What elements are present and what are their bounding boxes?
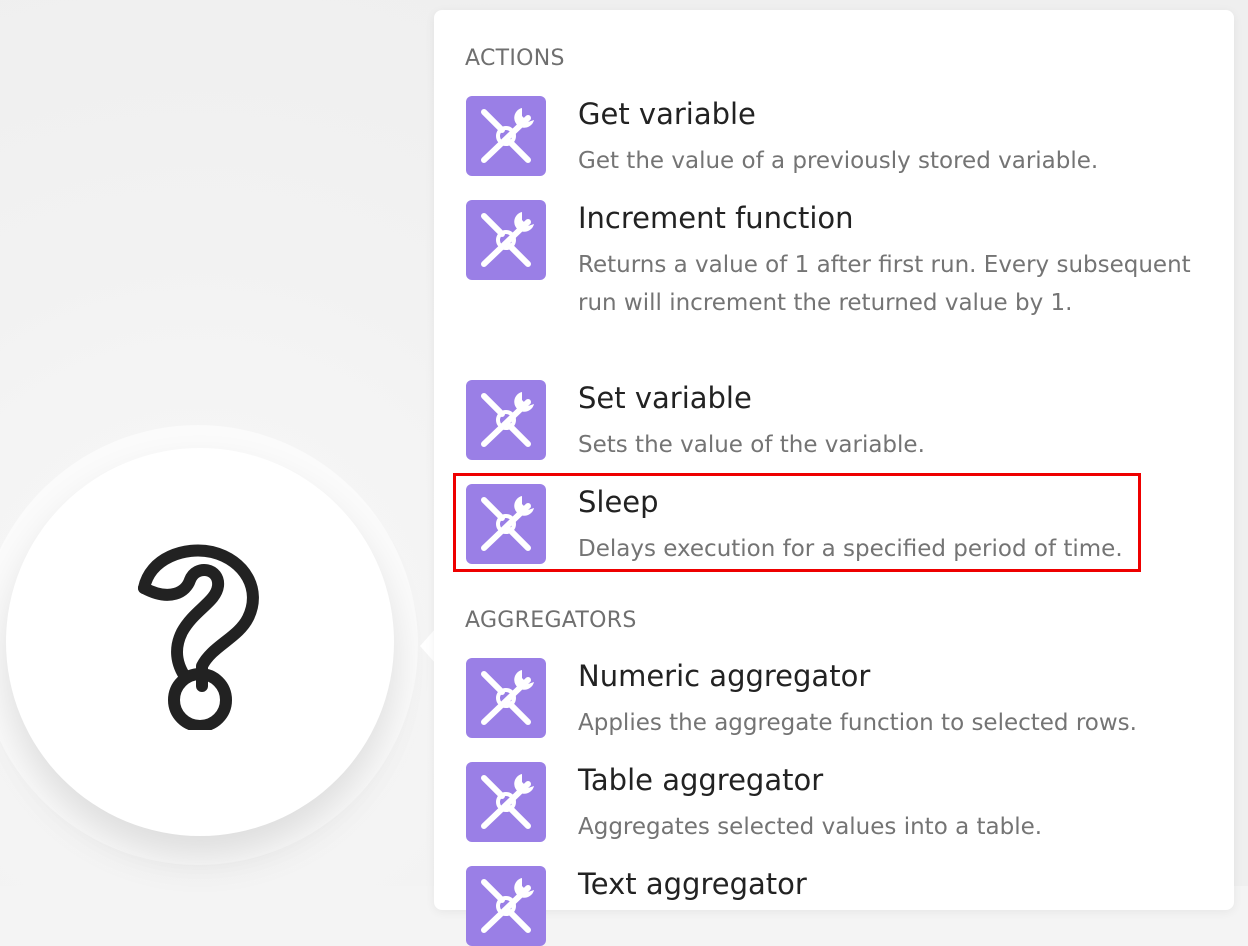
tools-icon [466, 96, 546, 176]
question-mark-icon [138, 544, 259, 730]
item-description: Returns a value of 1 after first run. Ev… [578, 252, 1191, 316]
list-item-increment-function[interactable]: Increment function Returns a value of 1 … [454, 200, 1191, 360]
tools-icon [466, 866, 546, 946]
section-title-aggregators: AGGREGATORS [465, 608, 637, 633]
list-item-numeric-aggregator[interactable]: Numeric aggregator Applies the aggregate… [454, 658, 1144, 744]
list-item-table-aggregator[interactable]: Table aggregator Aggregates selected val… [454, 762, 1144, 848]
list-item-get-variable[interactable]: Get variable Get the value of a previous… [454, 96, 1144, 182]
list-item-set-variable[interactable]: Set variable Sets the value of the varia… [454, 380, 1144, 466]
tools-icon [466, 200, 546, 280]
item-title: Set variable [578, 381, 752, 415]
tools-icon [466, 762, 546, 842]
item-title: Get variable [578, 97, 756, 131]
item-title: Table aggregator [578, 763, 824, 797]
item-description: Aggregates selected values into a table. [578, 814, 1043, 840]
item-title: Text aggregator [578, 867, 807, 901]
list-item-text-aggregator[interactable]: Text aggregator [454, 866, 1144, 946]
unknown-module-bubble[interactable] [6, 448, 394, 836]
tools-icon [466, 658, 546, 738]
item-description: Applies the aggregate function to select… [578, 710, 1137, 736]
item-title: Increment function [578, 201, 854, 235]
item-title: Numeric aggregator [578, 659, 871, 693]
item-description: Sets the value of the variable. [578, 432, 925, 458]
item-description: Get the value of a previously stored var… [578, 148, 1099, 174]
section-title-actions: ACTIONS [465, 46, 565, 71]
tools-icon [466, 380, 546, 460]
highlight-box [453, 473, 1141, 572]
